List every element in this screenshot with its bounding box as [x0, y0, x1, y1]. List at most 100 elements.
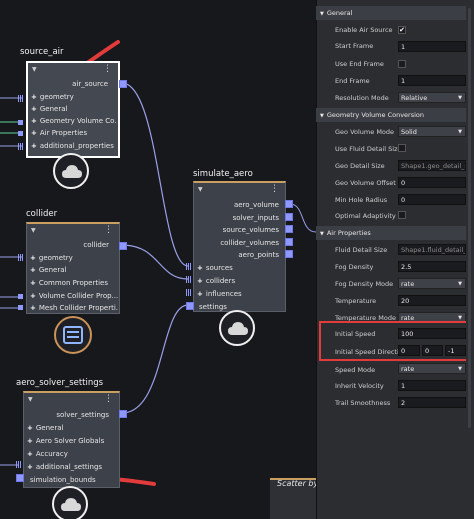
input-port[interactable]	[18, 120, 23, 125]
input-temperature[interactable]: 20	[398, 295, 466, 306]
label-optimal-adaptivity: Optimal Adaptivity	[335, 212, 396, 220]
output-label-source-volumes: source_volumes	[222, 226, 279, 234]
input-end-frame[interactable]: 1	[398, 75, 466, 86]
property-geometry-volume[interactable]: + Geometry Volume Co...	[31, 117, 117, 125]
property-air-properties[interactable]: + Air Properties	[31, 129, 87, 137]
panel-scrollbar[interactable]	[468, 8, 471, 428]
output-port-collider[interactable]	[119, 242, 127, 250]
chevron-down-icon: ▼	[458, 366, 462, 372]
input-settings[interactable]: settings	[199, 303, 227, 311]
simulate-aero-node-icon	[219, 310, 255, 346]
output-port-air-source[interactable]	[119, 80, 127, 88]
input-fog-density[interactable]: 2.5	[398, 261, 466, 272]
collapse-icon: ▼	[320, 113, 324, 119]
menu-icon[interactable]: ⋮	[104, 394, 113, 404]
property-general[interactable]: + General	[27, 424, 63, 432]
input-port-geometry[interactable]	[18, 95, 24, 102]
output-port-solver-settings[interactable]	[119, 410, 127, 418]
property-additional-properties[interactable]: + additional_properties	[31, 142, 114, 150]
dropdown-geo-volume-mode[interactable]: Solid ▼	[398, 126, 466, 137]
node-graph-view[interactable]: source_air ▼ ⋮ air_source + geometry + Gen…	[0, 0, 316, 519]
label-min-hole-radius: Min Hole Radius	[335, 196, 388, 204]
section-geo-volume-header[interactable]: ▼ Geometry Volume Conversion	[316, 108, 474, 122]
output-port-collider-volumes[interactable]	[285, 238, 293, 246]
label-start-frame: Start Frame	[335, 42, 374, 50]
dropdown-fog-density-mode[interactable]: rate ▼	[398, 278, 466, 289]
input-inherit-velocity[interactable]: 1	[398, 380, 466, 391]
input-port[interactable]	[18, 305, 23, 310]
property-general[interactable]: + General	[31, 105, 67, 113]
input-port[interactable]	[18, 294, 23, 299]
checkbox-optimal-adaptivity[interactable]	[398, 211, 406, 219]
collapse-icon[interactable]: ▼	[31, 227, 36, 234]
input-port-geometry[interactable]	[18, 254, 24, 261]
input-port-simulation-bounds[interactable]	[16, 474, 24, 482]
checkbox-use-fluid-detail-size[interactable]	[398, 144, 406, 152]
input-sources[interactable]: + sources	[197, 264, 233, 272]
collider-node[interactable]: ▼ ⋮ collider + geometry + General + Common …	[26, 222, 120, 314]
property-mesh-collider[interactable]: + Mesh Collider Properti...	[30, 304, 118, 312]
property-simulation-bounds[interactable]: simulation_bounds	[30, 476, 96, 484]
input-port-sources[interactable]	[186, 263, 192, 270]
label-use-fluid-detail-size: Use Fluid Detail Size	[335, 145, 402, 153]
aero-solver-node-icon	[52, 486, 88, 519]
source-air-node[interactable]: ▼ ⋮ air_source + geometry + General + Geome…	[26, 61, 120, 158]
output-port-source-volumes[interactable]	[285, 225, 293, 233]
input-geo-volume-offset[interactable]: 0	[398, 177, 466, 188]
scatter-node-title: Scatter by	[277, 479, 316, 488]
label-speed-mode: Speed Mode	[335, 366, 376, 374]
menu-icon[interactable]: ⋮	[103, 64, 112, 74]
aero-solver-settings-node[interactable]: ▼ ⋮ solver_settings + General + Aero Solve…	[23, 391, 120, 488]
input-port[interactable]	[16, 461, 22, 468]
label-geo-detail-size: Geo Detail Size	[335, 162, 385, 170]
input-port-influences[interactable]	[186, 289, 192, 296]
label-end-frame: End Frame	[335, 77, 370, 85]
menu-icon[interactable]: ⋮	[104, 225, 113, 235]
input-geo-detail-size[interactable]: Shape1.geo_detail_size	[398, 160, 466, 171]
property-additional-settings[interactable]: + additional_settings	[27, 463, 102, 471]
collapse-icon: ▼	[320, 11, 324, 17]
input-influences[interactable]: + influences	[197, 290, 242, 298]
chevron-down-icon: ▼	[458, 129, 462, 135]
input-port[interactable]	[18, 143, 24, 150]
output-port-aero-volume[interactable]	[285, 200, 293, 208]
checkbox-use-end-frame[interactable]	[398, 60, 406, 68]
property-accuracy[interactable]: + Accuracy	[27, 450, 68, 458]
output-port-aero-points[interactable]	[285, 250, 293, 258]
section-air-properties-header[interactable]: ▼ Air Properties	[316, 226, 474, 240]
label-inherit-velocity: Inherit Velocity	[335, 382, 384, 390]
property-geometry[interactable]: + geometry	[30, 254, 73, 262]
label-trail-smoothness: Trail Smoothness	[335, 399, 391, 407]
output-port-solver-inputs[interactable]	[285, 213, 293, 221]
annotation-highlight-box	[319, 321, 470, 361]
property-geometry[interactable]: + geometry	[31, 93, 74, 101]
input-fluid-detail-size[interactable]: Shape1.fluid_detail_size	[398, 244, 466, 255]
cloud-icon	[228, 322, 248, 335]
collapse-icon[interactable]: ▼	[28, 396, 33, 403]
property-aero-solver-globals[interactable]: + Aero Solver Globals	[27, 437, 104, 445]
label-enable-air-source: Enable Air Source	[335, 26, 393, 34]
output-label-aero-volume: aero_volume	[233, 201, 279, 209]
cloud-icon	[62, 165, 82, 178]
input-colliders[interactable]: + colliders	[197, 277, 235, 285]
input-port-settings[interactable]	[186, 302, 194, 310]
property-general[interactable]: + General	[30, 266, 66, 274]
collapse-icon: ▼	[320, 231, 324, 237]
collapse-icon[interactable]: ▼	[198, 186, 203, 193]
checkbox-enable-air-source[interactable]: ✔	[398, 26, 406, 34]
input-trail-smoothness[interactable]: 2	[398, 397, 466, 408]
dropdown-speed-mode[interactable]: rate ▼	[398, 363, 466, 374]
dropdown-resolution-mode[interactable]: Relative ▼	[398, 92, 466, 103]
menu-icon[interactable]: ⋮	[270, 184, 279, 194]
input-port[interactable]	[18, 131, 23, 136]
source-air-title: source_air	[20, 47, 64, 57]
label-use-end-frame: Use End Frame	[335, 60, 384, 68]
simulate-aero-node[interactable]: ▼ ⋮ aero_volume solver_inputs source_vol…	[193, 181, 286, 312]
property-common-properties[interactable]: + Common Properties	[30, 279, 108, 287]
collapse-icon[interactable]: ▼	[32, 66, 37, 73]
property-volume-collider[interactable]: + Volume Collider Prop...	[30, 292, 118, 300]
section-general-header[interactable]: ▼ General	[316, 6, 474, 20]
input-min-hole-radius[interactable]: 0	[398, 194, 466, 205]
input-port-colliders[interactable]	[186, 276, 192, 283]
input-start-frame[interactable]: 1	[398, 41, 466, 52]
